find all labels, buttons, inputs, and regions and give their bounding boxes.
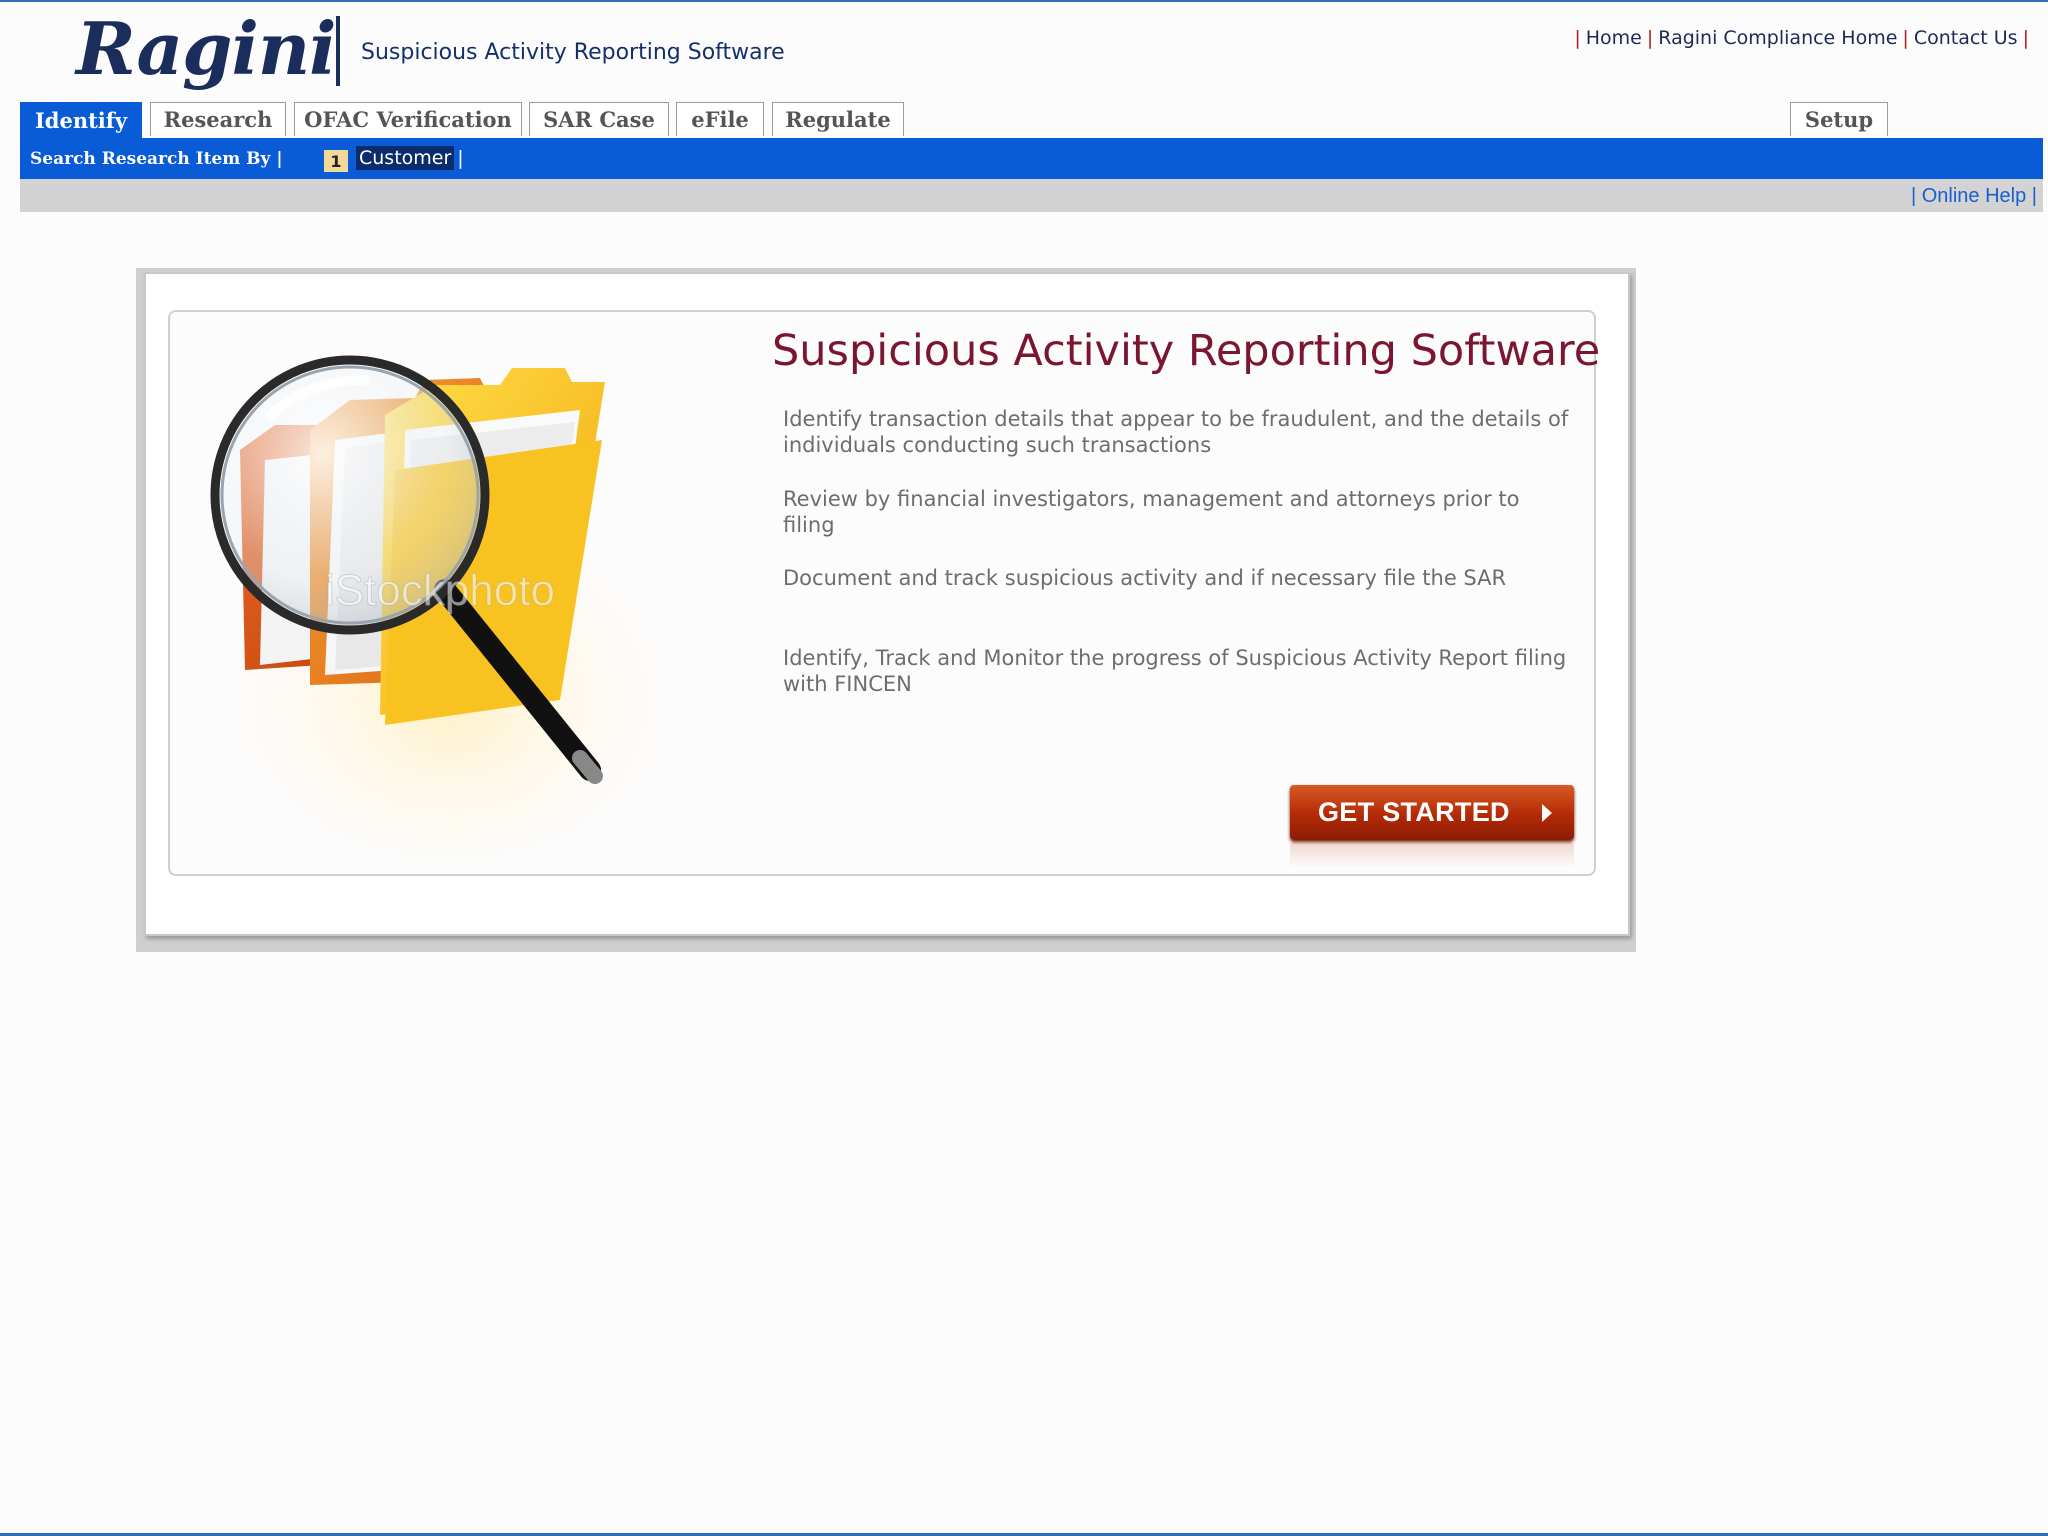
arrow-right-icon (1542, 804, 1552, 822)
tab-setup[interactable]: Setup (1790, 102, 1888, 136)
online-help: | Online Help | (1911, 185, 2037, 208)
customer-link[interactable]: Customer (356, 146, 455, 170)
online-help-link[interactable]: Online Help (1922, 185, 2027, 207)
istockphoto-watermark: iStockphoto (325, 566, 555, 615)
ragini-logo[interactable]: Ragini (76, 6, 337, 91)
folder-magnifier-illustration: iStockphoto (210, 355, 690, 860)
home-link[interactable]: Home (1586, 27, 1642, 49)
top-links: | Home | Ragini Compliance Home | Contact Us | (1569, 27, 2034, 49)
link-separator: | (1646, 27, 1654, 49)
link-separator: | (457, 147, 464, 169)
tab-regulate[interactable]: Regulate (772, 102, 904, 136)
link-separator: | (1574, 27, 1581, 49)
tab-research[interactable]: Research (150, 102, 286, 136)
compliance-home-link[interactable]: Ragini Compliance Home (1658, 27, 1897, 49)
item-count-badge: 1 (324, 150, 348, 172)
sub-navigation-bar: Search Research Item By | 1 Customer | (20, 138, 2043, 179)
content-title: Suspicious Activity Reporting Software (772, 326, 1601, 376)
description-line: Document and track suspicious activity a… (783, 566, 1507, 590)
tab-ofac-verification[interactable]: OFAC Verification (294, 102, 522, 136)
help-bar: | Online Help | (20, 179, 2043, 212)
link-separator: | (1902, 27, 1909, 49)
tab-efile[interactable]: eFile (676, 102, 764, 136)
search-by-label: Search Research Item By | (30, 149, 283, 169)
link-separator: | (1910, 185, 1922, 207)
customer-filter: Customer | (356, 146, 464, 170)
logo-divider (336, 16, 340, 86)
get-started-label: GET STARTED (1318, 797, 1510, 827)
link-separator: | (2022, 27, 2029, 49)
description-line: Identify transaction details that appear… (783, 407, 1569, 457)
contact-us-link[interactable]: Contact Us (1914, 27, 2018, 49)
description-line: Identify, Track and Monitor the progress… (783, 646, 1567, 696)
description-line: Review by financial investigators, manag… (783, 487, 1520, 537)
top-border (0, 0, 2048, 2)
tab-sar-case[interactable]: SAR Case (529, 102, 669, 136)
app-subtitle: Suspicious Activity Reporting Software (361, 40, 785, 65)
tab-identify[interactable]: Identify (20, 102, 142, 138)
link-separator: | (2026, 185, 2037, 207)
button-reflection (1290, 842, 1574, 868)
get-started-button[interactable]: GET STARTED (1290, 785, 1574, 840)
